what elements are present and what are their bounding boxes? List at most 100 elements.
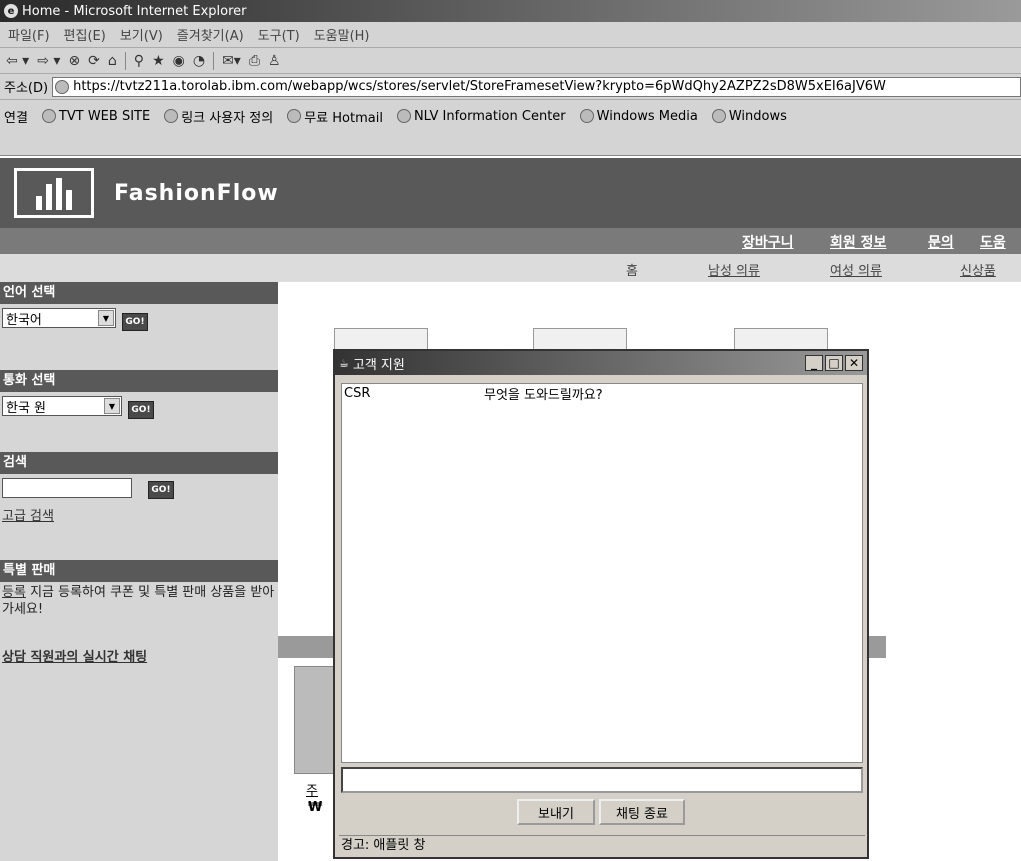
language-value: 한국어: [6, 312, 42, 328]
brand-logo-icon[interactable]: [14, 168, 94, 218]
special-text: 지금 등록하여 쿠폰 및 특별 판매 상품을 받아가세요!: [2, 585, 275, 617]
address-label: 주소(D): [4, 81, 49, 96]
page-icon: [55, 79, 70, 94]
top-nav: 장바구니 회원 정보 문의 도움: [0, 228, 1021, 254]
nav-cart[interactable]: 장바구니: [742, 232, 794, 252]
back-icon[interactable]: ⇦ ▾: [6, 53, 29, 69]
live-chat-link[interactable]: 상담 직원과의 실시간 채팅: [2, 650, 147, 665]
link-label: Windows Media: [596, 108, 698, 124]
link-label: 링크 사용자 정의: [181, 110, 274, 126]
language-go-button[interactable]: GO!: [122, 312, 148, 331]
currency-value: 한국 원: [6, 400, 47, 416]
link-nlv-center[interactable]: NLV Information Center: [396, 108, 566, 124]
menu-edit[interactable]: 편집(E): [64, 25, 106, 44]
ie-logo-icon: e: [4, 4, 18, 18]
browser-toolbar: ⇦ ▾ ⇨ ▾ ⊗ ⟳ ⌂ ⚲ ★ ◉ ◔ ✉▾ ⎙ ♙: [0, 48, 1021, 74]
end-chat-button[interactable]: 채팅 종료: [599, 799, 685, 825]
link-windows-media[interactable]: Windows Media: [579, 108, 698, 124]
menu-help[interactable]: 도움말(H): [314, 25, 370, 44]
link-windows[interactable]: Windows: [711, 108, 787, 124]
page-icon: [287, 109, 302, 123]
customer-support-dialog: ☕ 고객 지원 _ □ ✕ CSR 무엇을 도와드릴까요? 보내기 채팅 종료 …: [333, 349, 869, 859]
mail-icon[interactable]: ✉▾: [222, 53, 241, 69]
address-url: https://tvtz211a.torolab.ibm.com/webapp/…: [73, 79, 886, 94]
special-heading: 특별 판매: [0, 560, 278, 582]
currency-heading: 통화 선택: [0, 370, 278, 392]
site-header: FashionFlow: [0, 158, 1021, 228]
right-margin: [886, 282, 1021, 861]
favorites-icon[interactable]: ★: [152, 53, 165, 69]
language-heading: 언어 선택: [0, 282, 278, 304]
currency-go-button[interactable]: GO!: [128, 400, 154, 419]
page-icon: [396, 109, 411, 123]
links-bar: 연결 TVT WEB SITE 링크 사용자 정의 무료 Hotmail NLV…: [0, 100, 1021, 156]
chat-message: CSR 무엇을 도와드릴까요?: [342, 384, 862, 403]
page-icon: [579, 109, 594, 123]
link-tvt-web-site[interactable]: TVT WEB SITE: [41, 108, 151, 124]
currency-select[interactable]: 한국 원 ▼: [2, 396, 122, 416]
link-customize[interactable]: 링크 사용자 정의: [164, 107, 273, 126]
language-select[interactable]: 한국어 ▼: [2, 308, 116, 328]
address-input[interactable]: https://tvtz211a.torolab.ibm.com/webapp/…: [52, 76, 1021, 97]
send-button[interactable]: 보내기: [517, 799, 595, 825]
page-icon: [711, 109, 726, 123]
window-title: Home - Microsoft Internet Explorer: [22, 3, 247, 19]
refresh-icon[interactable]: ⟳: [88, 53, 100, 69]
link-label: Windows: [728, 108, 787, 124]
address-bar: 주소(D) https://tvtz211a.torolab.ibm.com/w…: [0, 74, 1021, 100]
nav-new[interactable]: 신상품: [960, 260, 996, 279]
search-input[interactable]: [2, 478, 132, 498]
nav-womens[interactable]: 여성 의류: [830, 260, 882, 279]
nav-mens[interactable]: 남성 의류: [708, 260, 760, 279]
links-label: 연결: [4, 110, 28, 126]
category-nav: 홈 남성 의류 여성 의류 신상품: [0, 254, 1021, 282]
search-go-button[interactable]: GO!: [148, 480, 174, 499]
link-hotmail[interactable]: 무료 Hotmail: [287, 107, 383, 126]
window-titlebar: e Home - Microsoft Internet Explorer: [0, 0, 1021, 22]
link-label: NLV Information Center: [413, 108, 566, 124]
history-icon[interactable]: ◔: [193, 53, 205, 69]
toolbar-separator: [213, 51, 215, 70]
chat-input[interactable]: [341, 767, 863, 793]
stop-icon[interactable]: ⊗: [68, 53, 80, 69]
product-link[interactable]: 주: [306, 780, 318, 799]
message-text: 무엇을 도와드릴까요?: [484, 387, 603, 403]
menu-view[interactable]: 보기(V): [120, 25, 163, 44]
close-icon[interactable]: ✕: [845, 355, 863, 371]
search-icon[interactable]: ⚲: [134, 53, 144, 69]
home-icon[interactable]: ⌂: [108, 53, 117, 69]
product-thumbnail[interactable]: [294, 666, 334, 774]
menu-favorites[interactable]: 즐겨찾기(A): [177, 25, 244, 44]
menu-tools[interactable]: 도구(T): [258, 25, 300, 44]
advanced-search-link[interactable]: 고급 검색: [2, 509, 54, 524]
dialog-titlebar[interactable]: ☕ 고객 지원 _ □ ✕: [335, 351, 867, 375]
nav-account[interactable]: 회원 정보: [830, 232, 886, 252]
chevron-down-icon: ▼: [98, 310, 114, 326]
dialog-title: 고객 지원: [352, 357, 405, 373]
link-label: 무료 Hotmail: [304, 110, 383, 126]
minimize-icon[interactable]: _: [805, 355, 823, 371]
page-icon: [41, 109, 56, 123]
search-heading: 검색: [0, 452, 278, 474]
java-cup-icon: ☕: [339, 356, 349, 370]
forward-icon[interactable]: ⇨ ▾: [37, 53, 60, 69]
menu-file[interactable]: 파일(F): [8, 25, 50, 44]
print-icon[interactable]: ⎙: [249, 53, 260, 69]
brand-name: FashionFlow: [114, 180, 279, 206]
maximize-icon[interactable]: □: [825, 355, 843, 371]
message-sender: CSR: [344, 385, 371, 401]
chat-log[interactable]: CSR 무엇을 도와드릴까요?: [341, 383, 863, 763]
sidebar: 언어 선택 한국어 ▼ GO! 통화 선택 한국 원 ▼ GO! 검색 GO! …: [0, 282, 278, 861]
applet-status: 경고: 애플릿 창: [339, 835, 865, 855]
menu-bar: 파일(F) 편집(E) 보기(V) 즐겨찾기(A) 도구(T) 도움말(H): [0, 22, 1021, 48]
nav-contact[interactable]: 문의: [928, 232, 954, 252]
media-icon[interactable]: ◉: [173, 53, 185, 69]
nav-help[interactable]: 도움: [980, 232, 1006, 252]
nav-home[interactable]: 홈: [626, 260, 638, 279]
link-label: TVT WEB SITE: [58, 108, 151, 124]
product-price: ₩: [308, 800, 323, 815]
toolbar-separator: [124, 51, 126, 70]
register-link[interactable]: 등록: [2, 585, 26, 600]
messenger-icon[interactable]: ♙: [268, 53, 281, 69]
page-icon: [164, 109, 179, 123]
